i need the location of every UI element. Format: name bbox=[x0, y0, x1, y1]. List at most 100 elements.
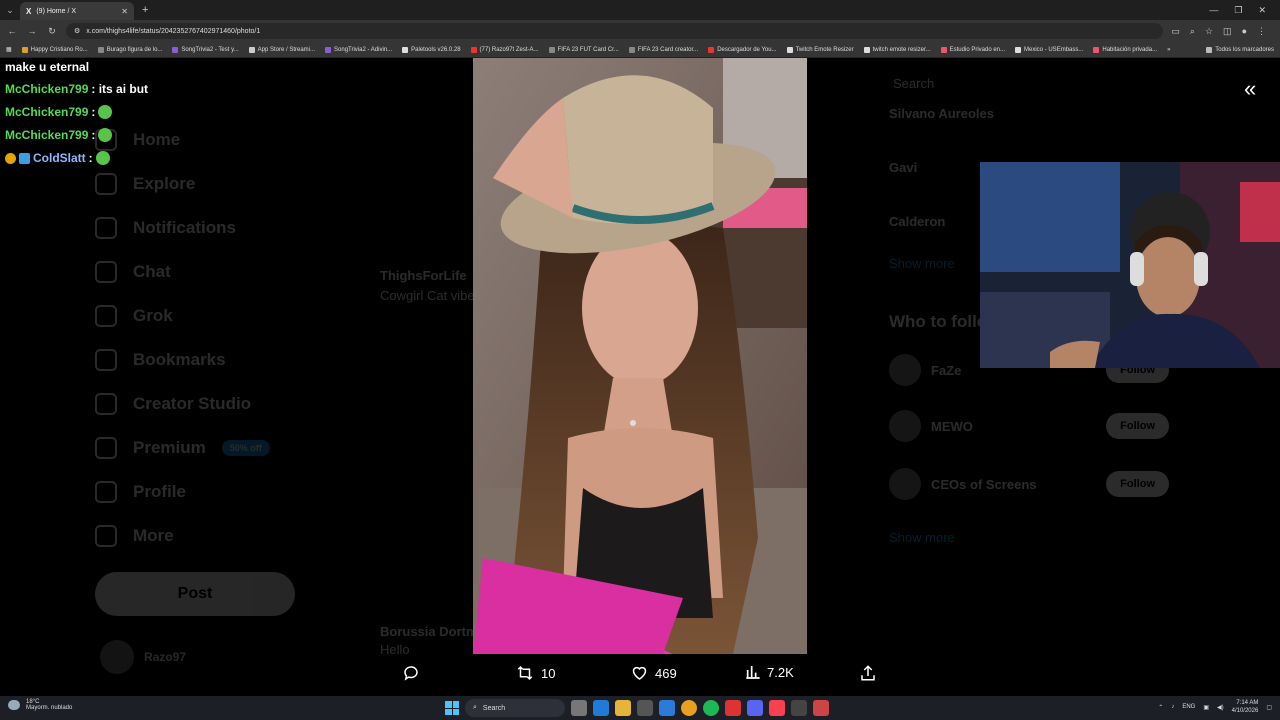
post-photo[interactable] bbox=[473, 58, 807, 654]
edge-icon[interactable] bbox=[593, 700, 609, 716]
bookmark-item[interactable]: Descargador de You... bbox=[708, 46, 777, 53]
cast-icon[interactable]: ▭ bbox=[1171, 26, 1180, 37]
show-more-link[interactable]: Show more bbox=[889, 530, 955, 545]
system-tray: ⌃ ♪ ENG ▣ ◀) 7:14 AM 4/10/2026 ▢ bbox=[1158, 699, 1272, 715]
clock[interactable]: 7:14 AM 4/10/2026 bbox=[1232, 699, 1259, 715]
bookmark-item[interactable]: App Store / Streami... bbox=[248, 46, 315, 53]
bookmark-item[interactable]: Burago figura de lo... bbox=[97, 46, 162, 53]
bell-icon bbox=[95, 217, 117, 239]
profile-icon[interactable]: ● bbox=[1242, 26, 1247, 37]
chat-icon bbox=[95, 261, 117, 283]
music-icon[interactable] bbox=[769, 700, 785, 716]
windows-start-icon[interactable] bbox=[445, 701, 459, 715]
bookmark-item[interactable]: SongTrivia2 - Adivin... bbox=[325, 46, 392, 53]
apps-icon[interactable]: ▦ bbox=[6, 46, 12, 53]
trend-item[interactable]: Silvano Aureoles bbox=[889, 106, 994, 121]
sidebar-item-notifications[interactable]: Notifications bbox=[95, 206, 295, 250]
webcam-image bbox=[980, 162, 1280, 368]
bookmark-item[interactable]: (77) Razo97t Zest-A... bbox=[470, 46, 539, 53]
post-button[interactable]: Post bbox=[95, 572, 295, 616]
reply-icon bbox=[404, 666, 418, 681]
back-icon[interactable]: ← bbox=[6, 26, 18, 36]
bookmarks-bar: ▦ Happy Cristiano Ro... Burago figura de… bbox=[0, 42, 1280, 58]
bookmark-item[interactable]: Habitación privada... bbox=[1093, 46, 1157, 53]
discord-icon[interactable] bbox=[747, 700, 763, 716]
photo-image bbox=[473, 58, 807, 654]
maximize-icon[interactable]: ❐ bbox=[1234, 5, 1242, 16]
spotify-icon[interactable] bbox=[703, 700, 719, 716]
reply-button[interactable] bbox=[402, 664, 426, 682]
menu-icon[interactable]: ⋮ bbox=[1257, 26, 1266, 37]
obs-icon[interactable] bbox=[813, 700, 829, 716]
sidebar-item-bookmarks[interactable]: Bookmarks bbox=[95, 338, 295, 382]
browser-tab-active[interactable]: X (9) Home / X ✕ bbox=[20, 2, 134, 20]
zoom-icon[interactable]: ⌕ bbox=[1190, 26, 1195, 37]
bookmark-item[interactable]: Estudio Privado en... bbox=[940, 46, 1005, 53]
sidebar-item-creator-studio[interactable]: Creator Studio bbox=[95, 382, 295, 426]
sidebar-item-premium[interactable]: Premium 50% off bbox=[95, 426, 295, 470]
double-chevron-left-icon[interactable]: « bbox=[1244, 76, 1256, 102]
bookmarks-overflow-icon[interactable]: » bbox=[1167, 47, 1170, 53]
minimize-icon[interactable]: — bbox=[1209, 5, 1218, 16]
site-info-icon[interactable]: ⚙ bbox=[74, 27, 80, 35]
task-view-icon[interactable] bbox=[571, 700, 587, 716]
bookmark-item[interactable]: SongTrivia2 - Test y... bbox=[172, 46, 239, 53]
show-more-link[interactable]: Show more bbox=[889, 256, 955, 271]
bookmark-item[interactable]: FIFA 23 Card creator... bbox=[628, 46, 698, 53]
sidebar-item-home[interactable]: Home bbox=[95, 118, 295, 162]
star-icon[interactable]: ☆ bbox=[1205, 26, 1213, 37]
sidebar-item-more[interactable]: More bbox=[95, 514, 295, 558]
share-button[interactable] bbox=[859, 664, 877, 682]
extensions-icon[interactable]: ◫ bbox=[1223, 26, 1232, 37]
more-icon bbox=[95, 525, 117, 547]
follow-button[interactable]: Follow bbox=[1106, 413, 1169, 439]
sidebar-item-profile[interactable]: Profile bbox=[95, 470, 295, 514]
file-explorer-icon[interactable] bbox=[615, 700, 631, 716]
emote-icon bbox=[98, 105, 113, 119]
mail-icon[interactable] bbox=[659, 700, 675, 716]
all-bookmarks-folder[interactable]: Todos los marcadores bbox=[1206, 46, 1274, 53]
chat-username: McChicken799 bbox=[5, 128, 89, 142]
mic-icon[interactable]: ♪ bbox=[1171, 704, 1174, 710]
trend-item[interactable]: Calderon bbox=[889, 214, 945, 229]
new-tab-button[interactable]: + bbox=[142, 4, 148, 16]
bookmark-item[interactable]: Paletools v26.0.28 bbox=[402, 46, 461, 53]
bookmark-item[interactable]: Mexico - USEmbass... bbox=[1015, 46, 1083, 53]
views-button[interactable]: 7.2K bbox=[745, 664, 794, 680]
language-indicator[interactable]: ENG bbox=[1182, 704, 1195, 710]
chrome-icon[interactable] bbox=[681, 700, 697, 716]
repost-button[interactable]: 10 bbox=[515, 664, 555, 682]
bookmark-item[interactable]: FIFA 23 FUT Card Cr... bbox=[548, 46, 619, 53]
bookmark-item[interactable]: Twitch Emote Resizer bbox=[786, 46, 854, 53]
url-input[interactable]: ⚙ x.com/thighs4life/status/2042352767402… bbox=[66, 23, 1164, 39]
like-button[interactable]: 469 bbox=[630, 664, 677, 682]
sub-badge-icon bbox=[5, 152, 16, 164]
app-icon[interactable] bbox=[725, 700, 741, 716]
views-icon bbox=[746, 666, 760, 679]
notifications-icon[interactable]: ▢ bbox=[1266, 704, 1272, 711]
account-switcher[interactable]: Razo97 bbox=[100, 640, 186, 674]
network-icon[interactable]: ▣ bbox=[1203, 704, 1209, 711]
bookmark-item[interactable]: twitch emote resizer... bbox=[863, 46, 931, 53]
forward-icon[interactable]: → bbox=[26, 26, 38, 36]
view-count: 7.2K bbox=[767, 664, 794, 680]
volume-icon[interactable]: ◀) bbox=[1217, 704, 1224, 711]
store-icon[interactable] bbox=[637, 700, 653, 716]
sidebar-item-explore[interactable]: Explore bbox=[95, 162, 295, 206]
weather-widget[interactable]: 18°C Mayorm. nublado bbox=[8, 699, 72, 711]
sidebar-item-grok[interactable]: Grok bbox=[95, 294, 295, 338]
bookmark-icon bbox=[95, 349, 117, 371]
trend-item[interactable]: Gavi bbox=[889, 160, 917, 175]
window-close-icon[interactable]: ✕ bbox=[1258, 5, 1266, 16]
reload-icon[interactable]: ↻ bbox=[46, 26, 58, 37]
search-input[interactable]: Search bbox=[893, 76, 934, 91]
app-icon[interactable] bbox=[791, 700, 807, 716]
taskbar-search[interactable]: ⌕ Search bbox=[465, 699, 565, 717]
follow-button[interactable]: Follow bbox=[1106, 471, 1169, 497]
chevron-up-icon[interactable]: ⌃ bbox=[1158, 704, 1163, 711]
sidebar-item-chat[interactable]: Chat bbox=[95, 250, 295, 294]
tab-search-icon[interactable]: ⌄ bbox=[0, 0, 20, 20]
close-icon[interactable]: ✕ bbox=[121, 7, 128, 16]
right-panel: Search Silvano Aureoles Gavi Calderon Sh… bbox=[885, 58, 1185, 696]
bookmark-item[interactable]: Happy Cristiano Ro... bbox=[21, 46, 88, 53]
